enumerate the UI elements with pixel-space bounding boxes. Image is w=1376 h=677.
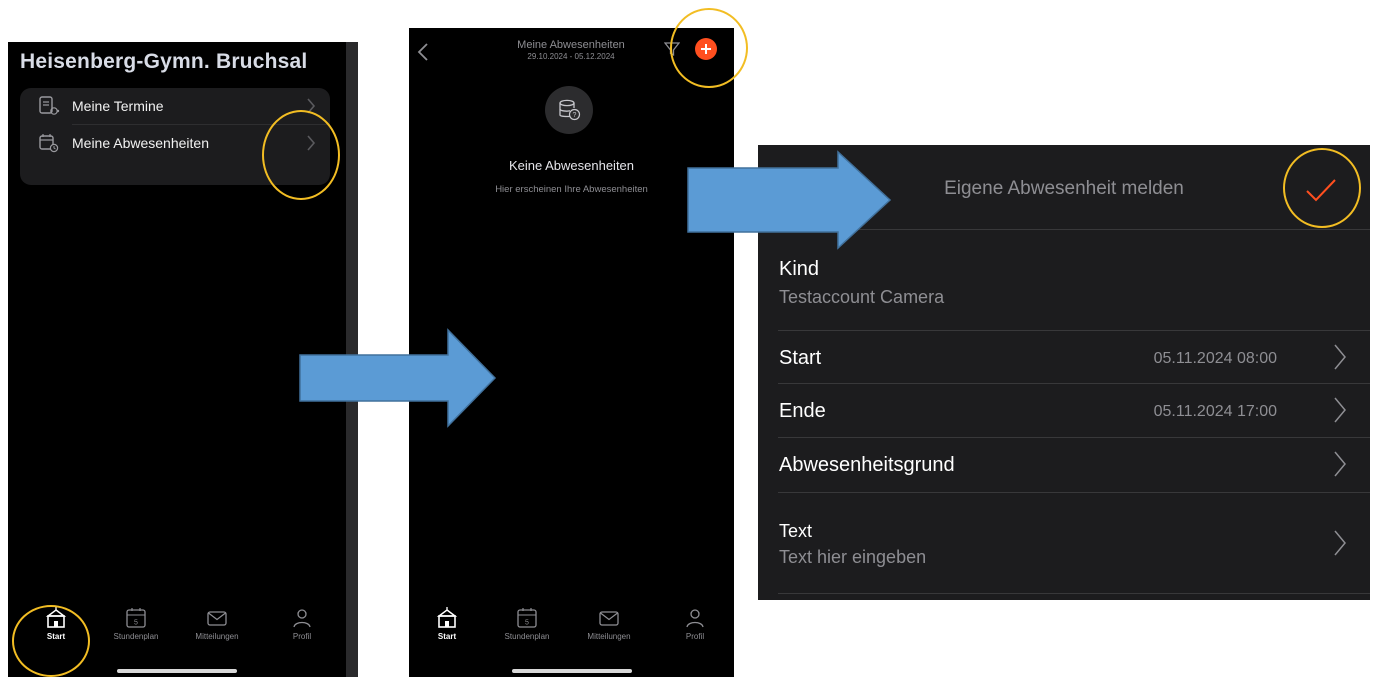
school-icon	[436, 607, 458, 628]
text-input-placeholder[interactable]: Text hier eingeben	[779, 547, 926, 568]
timetable-icon: 5	[517, 608, 537, 628]
tab-profil[interactable]: Profil	[262, 607, 342, 641]
database-question-icon: ?	[559, 99, 581, 121]
row-absence-reason[interactable]: Abwesenheitsgrund	[758, 438, 1370, 492]
row-label: Ende	[779, 400, 826, 422]
person-icon	[293, 609, 311, 628]
highlight-ring-add-button	[670, 8, 748, 88]
row-label: Kind	[779, 258, 820, 280]
back-chevron-icon[interactable]	[417, 42, 429, 62]
menu-item-label: Meine Termine	[72, 98, 164, 114]
chevron-right-icon	[1334, 530, 1346, 556]
highlight-ring-absences	[262, 110, 340, 200]
tab-label: Stundenplan	[504, 632, 550, 641]
row-label: Abwesenheitsgrund	[779, 454, 955, 476]
row-value: Testaccount Camera	[779, 287, 945, 307]
tab-mitteilungen[interactable]: Mitteilungen	[177, 607, 257, 641]
form-title: Eigene Abwesenheit melden	[944, 178, 1184, 199]
row-end[interactable]: Ende 05.11.2024 17:00	[758, 384, 1370, 437]
tab-start[interactable]: Start	[409, 607, 487, 641]
timetable-icon: 5	[126, 608, 146, 628]
row-value: 05.11.2024 08:00	[1153, 350, 1277, 367]
nav-title: Meine Abwesenheiten	[517, 39, 625, 51]
highlight-ring-start-tab	[12, 605, 90, 677]
menu-item-label: Meine Abwesenheiten	[72, 135, 209, 151]
mail-icon	[207, 611, 227, 626]
row-kind[interactable]: Kind Testaccount Camera	[758, 230, 1370, 330]
mail-icon	[599, 611, 619, 626]
highlight-ring-confirm	[1283, 148, 1361, 228]
svg-text:5: 5	[525, 620, 529, 627]
tab-label: Mitteilungen	[587, 632, 631, 641]
absence-calendar-icon	[39, 134, 59, 153]
svg-text:5: 5	[134, 620, 138, 627]
empty-state-title: Keine Abwesenheiten	[508, 158, 635, 173]
tab-profil[interactable]: Profil	[655, 607, 734, 641]
home-indicator	[511, 669, 632, 673]
row-label: Text	[779, 521, 813, 541]
tab-label: Start	[437, 632, 457, 641]
svg-text:?: ?	[573, 112, 577, 119]
nav-date-range: 29.10.2024 - 05.12.2024	[527, 52, 615, 61]
chevron-right-icon	[1334, 344, 1346, 370]
tab-bar: Start 5 Stundenplan Mitteilungen Profil	[409, 603, 734, 677]
absences-screen: Meine Abwesenheiten 29.10.2024 - 05.12.2…	[409, 28, 734, 677]
school-name: Heisenberg-Gymn. Bruchsal	[20, 50, 308, 73]
empty-state-badge: ?	[545, 86, 593, 134]
tab-stundenplan[interactable]: 5 Stundenplan	[96, 607, 176, 641]
row-start[interactable]: Start 05.11.2024 08:00	[758, 331, 1370, 383]
row-text[interactable]: Text Text hier eingeben	[758, 493, 1370, 593]
tab-mitteilungen[interactable]: Mitteilungen	[569, 607, 649, 641]
home-indicator	[117, 669, 237, 673]
empty-state-subtitle: Hier erscheinen Ihre Abwesenheiten	[495, 184, 648, 195]
tab-label: Profil	[685, 632, 705, 641]
tab-label: Mitteilungen	[195, 632, 239, 641]
chevron-right-icon	[1334, 397, 1346, 423]
tab-label: Stundenplan	[113, 632, 159, 641]
screen-edge	[346, 42, 358, 677]
row-value: 05.11.2024 17:00	[1153, 403, 1277, 420]
tab-stundenplan[interactable]: 5 Stundenplan	[487, 607, 567, 641]
divider	[778, 593, 1370, 594]
report-absence-form: Eigene Abwesenheit melden Kind Testaccou…	[758, 145, 1370, 600]
tab-label: Profil	[292, 632, 312, 641]
row-label: Start	[779, 347, 822, 369]
chevron-right-icon	[1334, 451, 1346, 477]
person-icon	[686, 609, 704, 628]
appointments-icon	[39, 96, 60, 115]
